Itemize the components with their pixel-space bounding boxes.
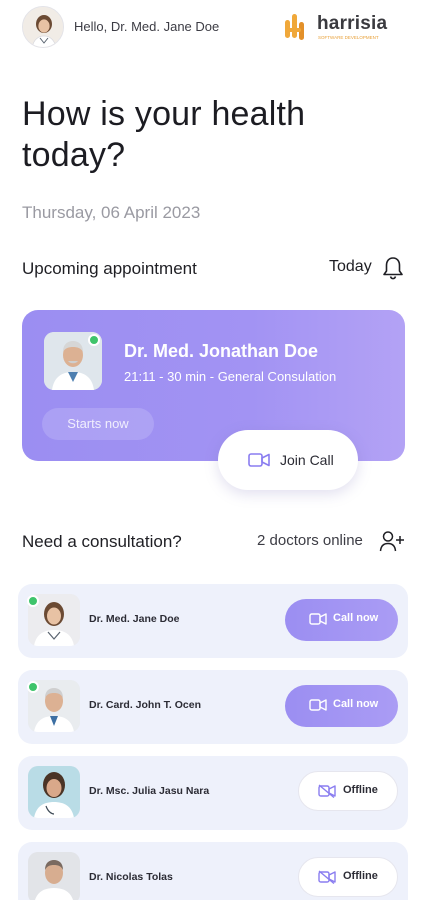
brand-logo: harrisia SOFTWARE DEVELOPMENT [283,12,399,44]
offline-label: Offline [343,870,378,882]
doctor-photo [28,852,80,900]
harrisia-logo-icon [285,14,304,40]
bell-icon[interactable] [382,256,404,280]
doctor-list-item[interactable]: Dr. Msc. Julia Jasu Nara Offline [18,756,408,830]
online-status-dot [27,595,39,607]
add-user-icon[interactable] [379,530,405,552]
user-avatar[interactable] [22,6,64,48]
appointment-doctor-name: Dr. Med. Jonathan Doe [124,341,319,361]
online-status-dot [88,334,100,346]
call-now-button[interactable]: Call now [285,685,398,727]
header: Hello, Dr. Med. Jane Doe harrisia SOFTWA… [0,0,425,52]
logo-wordmark: harrisia [317,13,388,34]
appointment-details: 21:11 - 30 min - General Consulation [124,369,337,384]
offline-button[interactable]: Offline [298,857,398,897]
video-camera-icon [309,699,327,711]
doctor-name: Dr. Nicolas Tolas [89,871,173,883]
offline-button[interactable]: Offline [298,771,398,811]
video-camera-icon [248,453,270,467]
greeting-text: Hello, Dr. Med. Jane Doe [74,19,220,34]
video-off-icon [318,870,336,884]
starts-now-button[interactable]: Starts now [42,408,154,440]
doctor-name: Dr. Card. John T. Ocen [89,699,202,711]
doctor-list-item[interactable]: Dr. Nicolas Tolas Offline [18,842,408,900]
doctor-photo [28,766,80,818]
current-date: Thursday, 06 April 2023 [22,203,201,222]
doctor-list-item[interactable]: Dr. Med. Jane Doe Call now [18,584,408,658]
upcoming-appointment-title: Upcoming appointment [22,259,197,278]
call-now-label: Call now [333,698,379,710]
video-camera-icon [309,613,327,625]
call-now-button[interactable]: Call now [285,599,398,641]
page-title: How is your health today? [22,95,306,174]
doctor-name: Dr. Med. Jane Doe [89,613,180,625]
doctors-online-count: 2 doctors online [257,532,363,549]
doctor-name: Dr. Msc. Julia Jasu Nara [89,785,210,797]
consultation-title: Need a consultation? [22,532,182,551]
video-off-icon [318,784,336,798]
doctor-list-item[interactable]: Dr. Card. John T. Ocen Call now [18,670,408,744]
logo-tagline: SOFTWARE DEVELOPMENT [318,35,379,40]
online-status-dot [27,681,39,693]
today-filter[interactable]: Today [329,258,372,276]
join-call-button[interactable]: Join Call [218,430,358,490]
join-call-label: Join Call [280,452,334,468]
call-now-label: Call now [333,612,379,624]
offline-label: Offline [343,784,378,796]
